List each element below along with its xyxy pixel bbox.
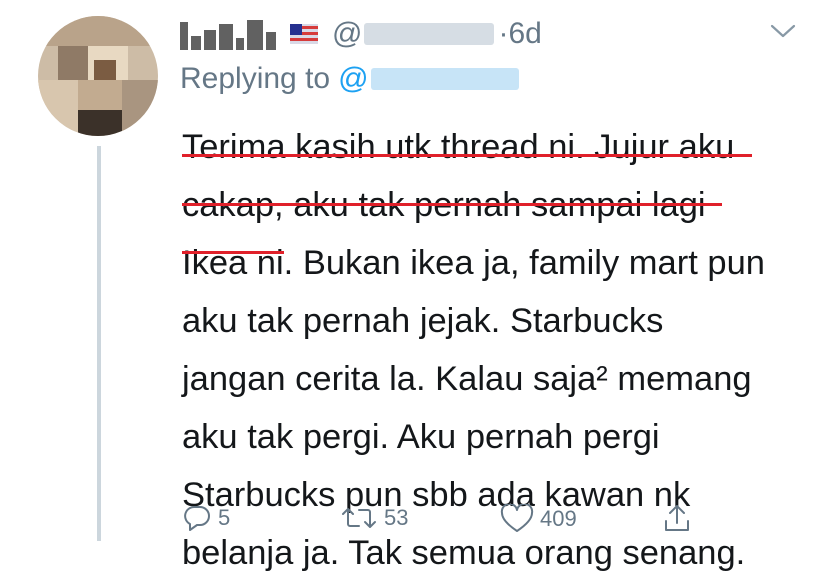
like-icon [500,504,534,532]
red-underline [182,154,752,157]
retweet-button[interactable]: 53 [340,504,408,532]
share-button[interactable] [662,504,692,534]
chevron-down-icon[interactable] [768,20,798,42]
replying-to-label: Replying to [180,62,331,95]
tweet-line: jangan cerita la. Kalau saja² memang [182,360,752,398]
tweet-header: @ · 6d [180,14,740,54]
retweet-count: 53 [384,505,409,530]
red-underline [182,251,284,254]
display-name-blurred[interactable] [180,18,276,50]
avatar-blur-block [38,16,158,46]
tweet-line: Terima kasih utk thread ni. Jujur aku [182,128,735,166]
flag-icon [290,24,318,44]
avatar-blur-block [94,60,116,80]
replying-to-at[interactable]: @ [338,62,368,96]
avatar-blur-block [58,46,88,80]
handle-at[interactable]: @ [332,17,362,51]
reply-icon [184,506,210,531]
reply-count: 5 [218,505,231,530]
thread-line [97,146,101,541]
tweet-actions: 5 53 409 [182,498,802,542]
tweet-line: aku tak pergi. Aku pernah pergi [182,418,660,456]
tweet-line: Ikea ni. Bukan ikea ja, family mart pun [182,244,765,282]
avatar[interactable] [38,16,158,136]
share-icon [665,505,689,531]
time-separator: · [498,17,509,50]
replying-to-handle-blurred[interactable] [370,68,519,90]
replying-to: Replying to @ [180,62,519,96]
reply-button[interactable]: 5 [182,504,230,532]
red-underline [182,203,722,206]
avatar-blur-block [78,80,122,110]
like-button[interactable]: 409 [500,504,577,534]
handle-blurred[interactable] [364,23,495,45]
timestamp[interactable]: 6d [508,17,541,51]
like-count: 409 [540,506,577,531]
avatar-blur-block [38,80,78,136]
tweet-line: aku tak pernah jejak. Starbucks [182,302,664,340]
avatar-blur-block [78,110,122,136]
avatar-blur-block [122,80,158,136]
retweet-icon [342,508,376,528]
